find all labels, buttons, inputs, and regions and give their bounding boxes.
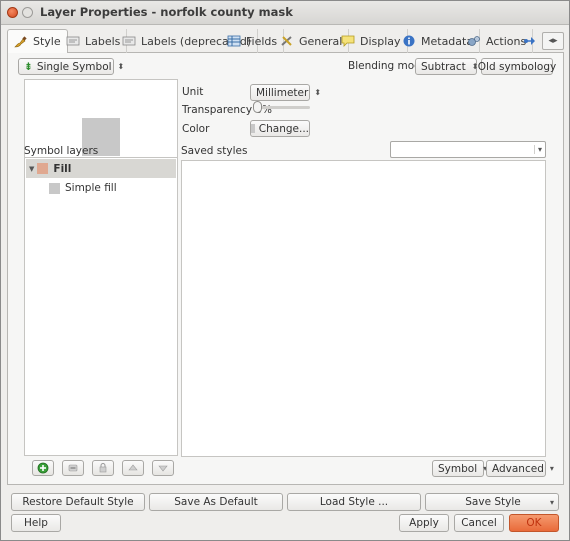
table-icon [227, 35, 241, 47]
color-swatch [251, 124, 255, 133]
tab-style[interactable]: Style [7, 29, 68, 54]
add-layer-button[interactable] [32, 460, 54, 476]
color-label: Color [182, 123, 210, 135]
unit-value: Millimeter [256, 86, 309, 99]
tab-scroll-buttons[interactable]: ◂ ▸ [542, 32, 564, 50]
chevron-right-icon[interactable]: ▸ [553, 36, 558, 46]
renderer-type-value: Single Symbol [36, 60, 112, 73]
unit-dropdown[interactable]: Millimeter ⬍ [250, 84, 321, 101]
change-color-label: Change... [258, 122, 309, 135]
apply-button[interactable]: Apply [399, 514, 449, 532]
tab-fields-label: Fields [246, 34, 278, 48]
move-down-button[interactable] [152, 460, 174, 476]
restore-default-style-button[interactable]: Restore Default Style [11, 493, 145, 511]
chevron-down-icon: ▾ [549, 497, 554, 507]
info-icon [402, 35, 416, 47]
tab-display-label: Display [360, 34, 401, 48]
paintbrush-icon [14, 35, 28, 48]
add-icon [37, 462, 49, 474]
blending-mode-dropdown[interactable]: Subtract ⬍ [415, 58, 479, 75]
window-title: Layer Properties - norfolk county mask [40, 5, 293, 19]
tree-item-fill-label: Fill [53, 162, 72, 175]
chevron-down-icon[interactable]: ▾ [533, 145, 542, 154]
saved-styles-label: Saved styles [181, 145, 248, 157]
label-icon [66, 35, 80, 47]
tree-item-fill[interactable]: ▼ Fill [26, 159, 176, 178]
minimize-window-button[interactable] [22, 7, 33, 18]
symbol-layers-tree: ▼ Fill Simple fill [24, 157, 178, 456]
expand-arrow-icon[interactable]: ▼ [29, 165, 34, 173]
speech-bubble-icon [341, 35, 355, 47]
tools-icon [280, 35, 294, 47]
updown-arrow-icon: ⬍ [117, 62, 125, 71]
layer-properties-window: Layer Properties - norfolk county mask S… [0, 0, 570, 541]
transparency-slider-track[interactable] [256, 106, 310, 109]
tree-item-simple-fill-label: Simple fill [65, 182, 117, 194]
tree-item-simple-fill[interactable]: Simple fill [49, 182, 117, 194]
remove-icon [68, 464, 78, 472]
symbol-dropdown[interactable]: Symbol ▾ [432, 460, 487, 477]
renderer-type-dropdown[interactable]: ⇟ Single Symbol ⬍ [18, 58, 124, 75]
transparency-slider-handle[interactable] [253, 101, 262, 113]
blending-mode-value: Subtract [421, 60, 466, 73]
style-panel: ⇟ Single Symbol ⬍ Blending mode Subtract… [7, 53, 564, 485]
join-icon [523, 35, 537, 47]
single-symbol-icon: ⇟ [24, 60, 33, 73]
lock-icon [99, 463, 107, 473]
lock-layer-button[interactable] [92, 460, 114, 476]
help-button[interactable]: Help [11, 514, 61, 532]
tab-bar: Style Labels Labels (deprecated) Fields … [7, 29, 564, 54]
remove-layer-button[interactable] [62, 460, 84, 476]
symbol-layers-label: Symbol layers [24, 145, 99, 157]
title-bar: Layer Properties - norfolk county mask [1, 1, 569, 25]
save-style-button[interactable]: Save Style ▾ [425, 493, 559, 511]
old-symbology-button[interactable]: Old symbology [478, 58, 556, 75]
load-style-button[interactable]: Load Style ... [287, 493, 421, 511]
arrow-down-icon [158, 465, 168, 472]
save-style-label: Save Style [465, 496, 521, 508]
tab-joins[interactable] [521, 29, 539, 53]
saved-styles-filter[interactable]: ▾ [390, 141, 546, 158]
ok-button[interactable]: OK [509, 514, 559, 532]
symbol-dropdown-label: Symbol [438, 462, 478, 475]
updown-arrow-icon: ⬍ [314, 88, 322, 97]
label-icon [122, 35, 136, 47]
close-window-button[interactable] [7, 7, 18, 18]
gears-icon [467, 35, 481, 47]
arrow-up-icon [128, 464, 138, 471]
advanced-dropdown-label: Advanced [492, 462, 544, 475]
change-color-button[interactable]: Change... [250, 120, 310, 137]
simple-fill-swatch [49, 182, 60, 194]
move-up-button[interactable] [122, 460, 144, 476]
updown-arrow-icon: ⬍ [471, 62, 479, 71]
save-as-default-button[interactable]: Save As Default [149, 493, 283, 511]
advanced-dropdown[interactable]: Advanced ▾ [486, 460, 554, 477]
cancel-button[interactable]: Cancel [454, 514, 504, 532]
fill-swatch [37, 163, 49, 174]
saved-styles-list[interactable] [181, 160, 546, 457]
chevron-down-icon: ▾ [549, 464, 554, 473]
tab-style-label: Style [33, 35, 61, 48]
unit-label: Unit [182, 86, 204, 98]
